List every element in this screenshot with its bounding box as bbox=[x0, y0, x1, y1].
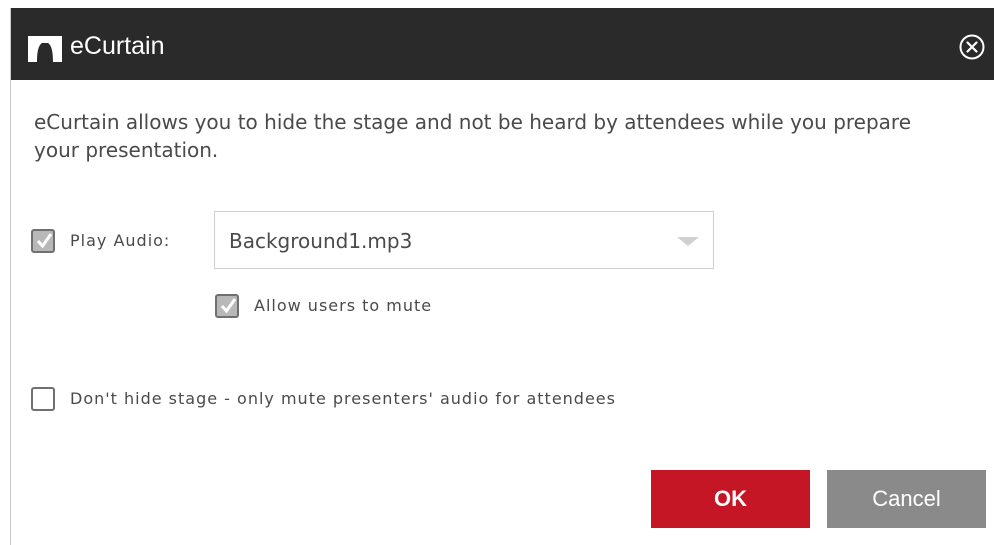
ecurtain-dialog: eCurtain eCurtain allows you to hide the… bbox=[10, 8, 994, 545]
checkmark-icon bbox=[220, 298, 237, 314]
checkmark-icon bbox=[36, 233, 53, 249]
audio-file-value: Background1.mp3 bbox=[229, 229, 413, 253]
close-icon[interactable] bbox=[959, 34, 985, 60]
title-bar: eCurtain bbox=[11, 8, 994, 80]
dialog-title: eCurtain bbox=[70, 32, 165, 60]
allow-mute-checkbox[interactable] bbox=[215, 294, 239, 318]
play-audio-label: Play Audio: bbox=[70, 231, 171, 250]
dont-hide-stage-checkbox[interactable] bbox=[31, 387, 55, 411]
dont-hide-stage-label: Don't hide stage - only mute presenters'… bbox=[70, 389, 616, 408]
dialog-description: eCurtain allows you to hide the stage an… bbox=[34, 110, 912, 162]
cancel-button[interactable]: Cancel bbox=[827, 470, 986, 528]
play-audio-checkbox[interactable] bbox=[31, 229, 55, 253]
ok-button[interactable]: OK bbox=[651, 470, 810, 528]
audio-file-select[interactable]: Background1.mp3 bbox=[214, 211, 714, 269]
allow-mute-label: Allow users to mute bbox=[254, 296, 433, 315]
curtain-logo-icon bbox=[28, 36, 62, 62]
dropdown-arrow-icon bbox=[677, 237, 699, 246]
